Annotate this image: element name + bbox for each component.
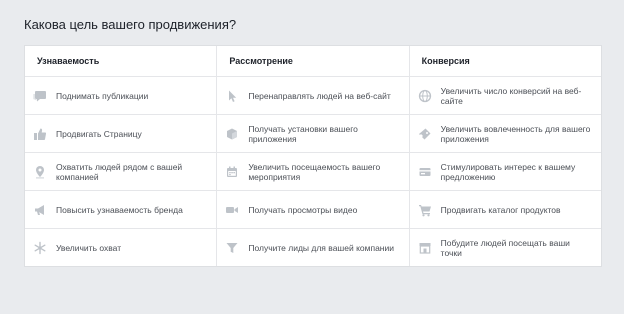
megaphone-icon bbox=[33, 203, 47, 217]
objective-event-responses[interactable]: Увеличить посещаемость вашего мероприяти… bbox=[217, 153, 409, 191]
objective-label: Поднимать публикации bbox=[56, 90, 149, 101]
objective-website-conversions[interactable]: Увеличить число конверсий на веб-сайте bbox=[409, 77, 601, 115]
objective-label: Получать установки вашего приложения bbox=[248, 123, 358, 144]
storefront-icon bbox=[418, 241, 432, 255]
objective-label: Стимулировать интерес к вашему предложен… bbox=[440, 161, 576, 182]
objective-brand-awareness[interactable]: Повысить узнаваемость бренда bbox=[25, 191, 217, 229]
column-header-consideration: Рассмотрение bbox=[217, 46, 409, 77]
globe-icon bbox=[418, 89, 432, 103]
objective-boost-posts[interactable]: Поднимать публикации bbox=[25, 77, 217, 115]
map-pin-icon bbox=[33, 165, 47, 179]
column-conversion: Конверсия Увеличить число конверсий на в… bbox=[409, 46, 601, 266]
objective-label: Увеличить посещаемость вашего мероприяти… bbox=[248, 161, 381, 182]
objective-app-engagement[interactable]: Увеличить вовлеченность для вашего прило… bbox=[409, 115, 601, 153]
objective-reach[interactable]: Увеличить охват bbox=[25, 229, 216, 266]
objective-label: Охватить людей рядом с вашей компанией bbox=[56, 161, 183, 182]
objective-label: Увеличить число конверсий на веб-сайте bbox=[440, 85, 582, 106]
funnel-icon bbox=[225, 241, 239, 255]
objective-website-traffic[interactable]: Перенаправлять людей на веб-сайт bbox=[217, 77, 409, 115]
objective-label: Продвигать каталог продуктов bbox=[440, 204, 561, 215]
objective-label: Получать просмотры видео bbox=[248, 204, 358, 215]
page-question: Какова цель вашего продвижения? bbox=[24, 17, 237, 32]
objective-local-reach[interactable]: Охватить людей рядом с вашей компанией bbox=[25, 153, 217, 191]
objective-store-visits[interactable]: Побудите людей посещать ваши точки bbox=[410, 229, 601, 266]
objective-lead-generation[interactable]: Получите лиды для вашей компании bbox=[217, 229, 408, 266]
objective-label: Побудите людей посещать ваши точки bbox=[440, 237, 570, 258]
gamepad-icon bbox=[418, 127, 432, 141]
calendar-icon bbox=[225, 165, 239, 179]
column-awareness: Узнаваемость Поднимать публикации Продви… bbox=[25, 46, 218, 266]
video-camera-icon bbox=[225, 203, 239, 217]
objective-product-catalog[interactable]: Продвигать каталог продуктов bbox=[409, 191, 601, 229]
objective-label: Увеличить охват bbox=[56, 242, 122, 253]
objective-panel: Узнаваемость Поднимать публикации Продви… bbox=[24, 45, 602, 267]
column-consideration: Рассмотрение Перенаправлять людей на веб… bbox=[217, 46, 410, 266]
objective-label: Повысить узнаваемость бренда bbox=[56, 204, 183, 215]
objective-offer-claims[interactable]: Стимулировать интерес к вашему предложен… bbox=[409, 153, 601, 191]
objective-promote-page[interactable]: Продвигать Страницу bbox=[25, 115, 217, 153]
offer-card-icon bbox=[418, 165, 432, 179]
objective-label: Получите лиды для вашей компании bbox=[248, 242, 394, 253]
objective-video-views[interactable]: Получать просмотры видео bbox=[217, 191, 409, 229]
box-icon bbox=[225, 127, 239, 141]
shopping-cart-icon bbox=[418, 203, 432, 217]
objective-app-installs[interactable]: Получать установки вашего приложения bbox=[217, 115, 409, 153]
column-header-awareness: Узнаваемость bbox=[25, 46, 217, 77]
thumbs-up-icon bbox=[33, 127, 47, 141]
objective-label: Перенаправлять людей на веб-сайт bbox=[248, 90, 391, 101]
cursor-icon bbox=[225, 89, 239, 103]
objective-label: Продвигать Страницу bbox=[56, 128, 142, 139]
speech-bubble-icon bbox=[33, 89, 47, 103]
snowflake-icon bbox=[33, 241, 47, 255]
column-header-conversion: Конверсия bbox=[409, 46, 601, 77]
objective-label: Увеличить вовлеченность для вашего прило… bbox=[440, 123, 591, 144]
